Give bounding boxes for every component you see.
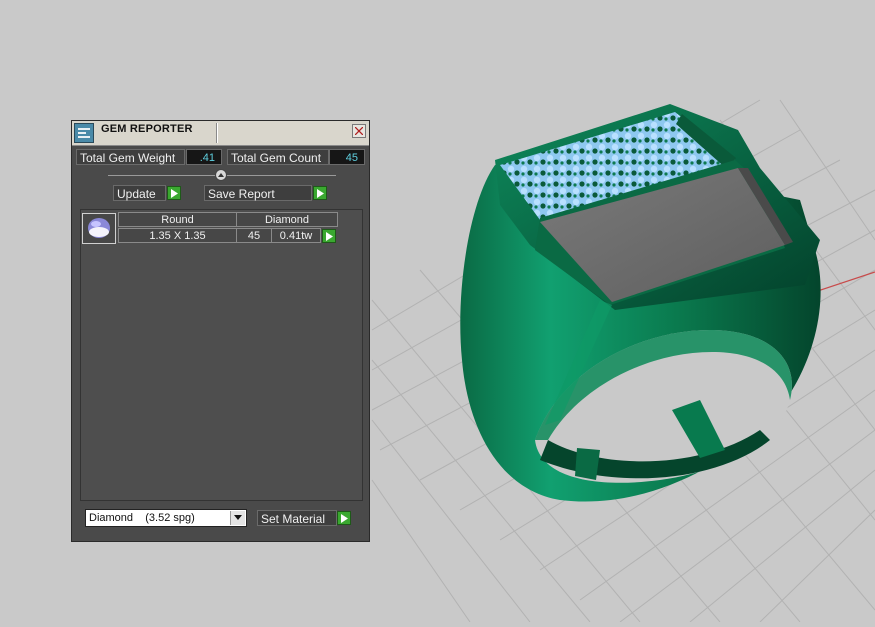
total-gem-weight-value: .41 <box>186 149 222 165</box>
gem-list[interactable] <box>80 209 363 501</box>
gem-size-cell: 1.35 X 1.35 <box>118 228 237 243</box>
gem-thumbnail <box>82 213 116 244</box>
play-arrow-icon <box>171 189 178 198</box>
set-material-button[interactable]: Set Material <box>257 510 337 526</box>
save-report-play-button[interactable] <box>313 186 327 200</box>
gem-weight-cell: 0.41tw <box>271 228 321 243</box>
total-gem-weight-label: Total Gem Weight <box>76 149 185 165</box>
round-gem-icon <box>88 218 110 238</box>
play-arrow-icon <box>317 189 324 198</box>
update-play-button[interactable] <box>167 186 181 200</box>
gem-material-cell: Diamond <box>236 212 338 227</box>
play-arrow-icon <box>341 514 348 523</box>
panel-titlebar[interactable]: GEM REPORTER <box>72 121 369 146</box>
save-report-button-label: Save Report <box>208 187 275 201</box>
slider-handle[interactable] <box>215 169 227 181</box>
close-icon <box>355 127 363 135</box>
total-gem-count-value: 45 <box>329 149 365 165</box>
gem-count-cell: 45 <box>236 228 272 243</box>
update-button-label: Update <box>117 187 156 201</box>
save-report-button[interactable]: Save Report <box>204 185 312 201</box>
total-gem-count-label: Total Gem Count <box>227 149 329 165</box>
chevron-down-icon <box>234 515 242 520</box>
gem-reporter-panel: GEM REPORTER Total Gem Weight .41 Total … <box>71 120 370 542</box>
gem-row-play-button[interactable] <box>322 229 336 243</box>
material-select[interactable]: Diamond (3.52 spg) <box>85 509 247 527</box>
close-button[interactable] <box>352 124 366 138</box>
title-divider <box>216 123 217 143</box>
gem-reporter-app-icon <box>74 123 94 143</box>
play-arrow-icon <box>326 232 333 241</box>
material-select-value: Diamond (3.52 spg) <box>89 512 195 524</box>
set-material-button-label: Set Material <box>261 512 326 526</box>
gem-shape-cell: Round <box>118 212 237 227</box>
set-material-play-button[interactable] <box>337 511 351 525</box>
ring-model[interactable] <box>460 104 821 502</box>
material-dropdown-toggle[interactable] <box>230 511 245 525</box>
update-button[interactable]: Update <box>113 185 166 201</box>
slider-handle-icon <box>218 173 224 177</box>
panel-title: GEM REPORTER <box>101 123 193 135</box>
